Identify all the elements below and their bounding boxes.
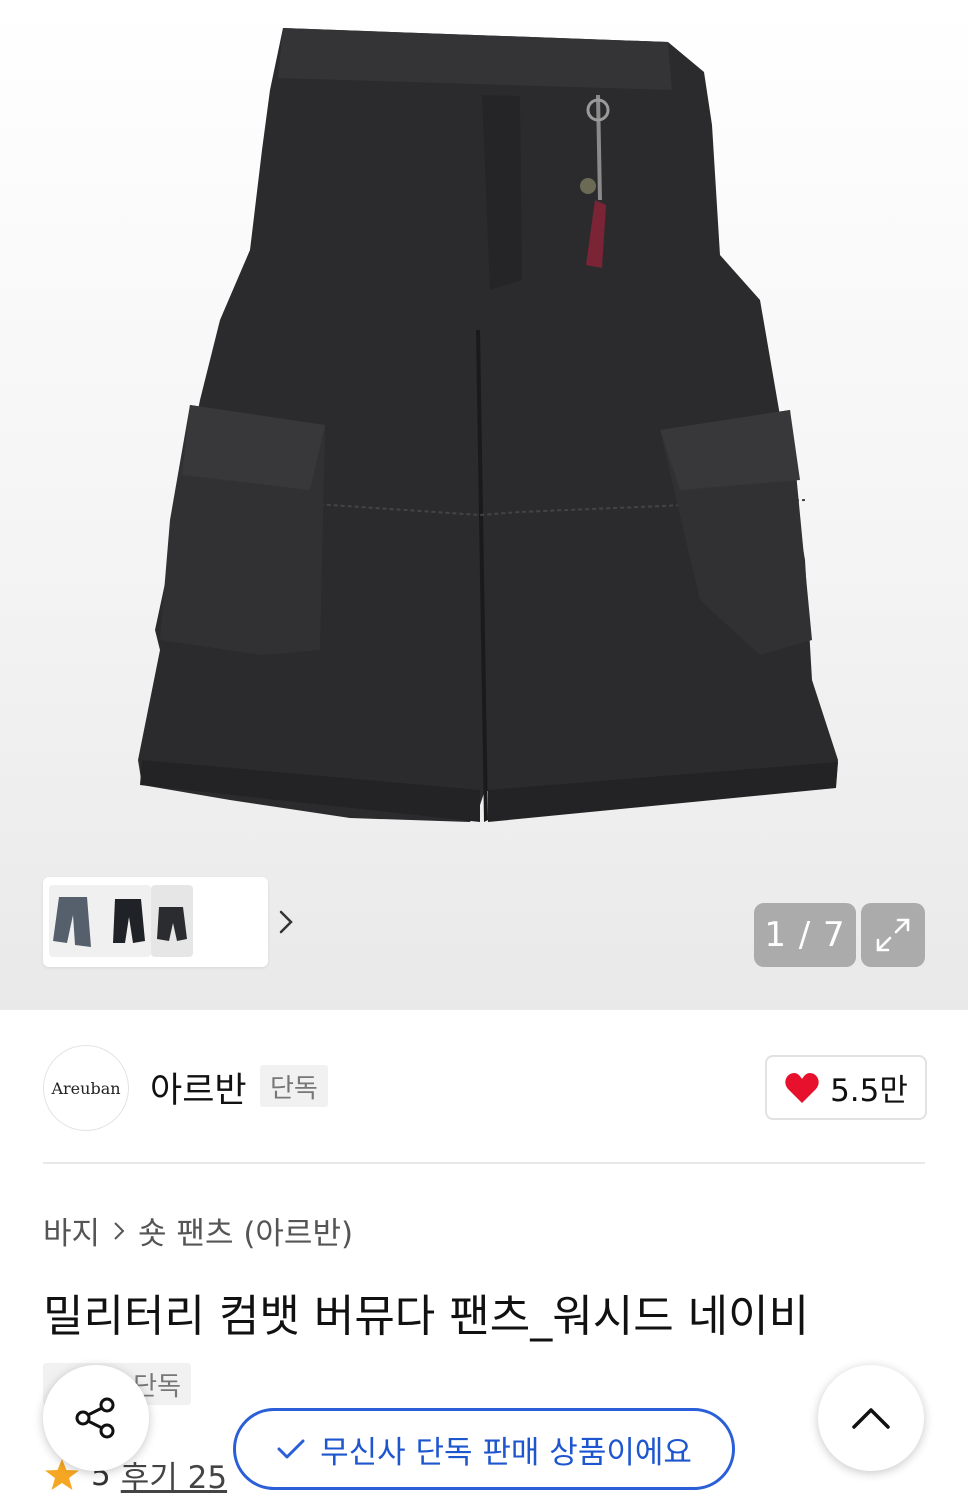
product-gallery[interactable]: 1 / 7 xyxy=(0,0,968,1010)
expand-arrows-icon xyxy=(876,918,910,952)
brand-name[interactable]: 아르반 xyxy=(150,1062,247,1113)
brand-logo-text: Areuban xyxy=(51,1078,121,1098)
divider xyxy=(43,1162,925,1164)
exclusive-notice-text: 무신사 단독 판매 상품이에요 xyxy=(320,1434,692,1471)
breadcrumb: 바지 숏 팬츠 (아르반) xyxy=(43,1208,353,1253)
exclusive-notice-pill[interactable]: 무신사 단독 판매 상품이에요 xyxy=(233,1408,735,1490)
share-icon xyxy=(75,1397,115,1439)
brand-logo[interactable]: Areuban xyxy=(43,1045,129,1131)
heart-icon xyxy=(785,1072,819,1103)
thumbnail-2[interactable] xyxy=(151,885,193,957)
like-count: 5.5만 xyxy=(830,1073,908,1109)
review-link[interactable]: 후기 25 xyxy=(121,1452,227,1497)
thumbnail-1[interactable] xyxy=(49,885,151,957)
product-title: 밀리터리 컴뱃 버뮤다 팬츠_워시드 네이비 xyxy=(43,1291,810,1342)
share-button[interactable] xyxy=(43,1365,149,1471)
like-button[interactable]: 5.5만 xyxy=(765,1055,927,1120)
image-counter: 1 / 7 xyxy=(754,903,856,967)
breadcrumb-subcategory[interactable]: 숏 팬츠 (아르반) xyxy=(138,1208,353,1253)
check-icon xyxy=(277,1439,305,1459)
breadcrumb-category[interactable]: 바지 xyxy=(43,1208,100,1253)
exclusive-badge: 단독 xyxy=(260,1065,328,1107)
thumbnail-strip[interactable] xyxy=(43,877,293,967)
scroll-to-top-button[interactable] xyxy=(818,1365,924,1471)
chevron-right-icon xyxy=(114,1221,125,1240)
chevron-right-icon[interactable] xyxy=(271,905,301,939)
expand-image-button[interactable] xyxy=(861,903,925,967)
product-image[interactable] xyxy=(0,0,968,1010)
chevron-up-icon xyxy=(852,1408,890,1429)
